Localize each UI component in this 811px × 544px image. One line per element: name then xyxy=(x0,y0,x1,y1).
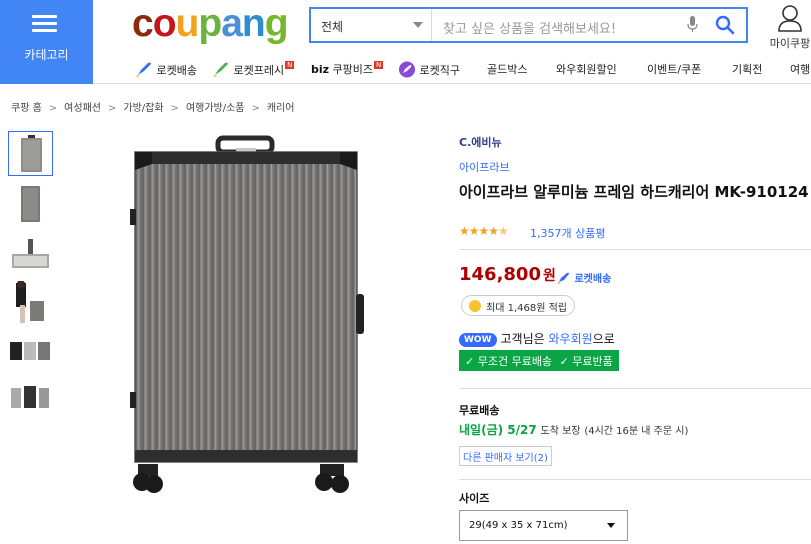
logo-letter: n xyxy=(241,2,266,45)
rocket-delivery-badge: 로켓배송 xyxy=(557,270,611,285)
nav-item-exhibition[interactable]: 기획전 xyxy=(732,61,762,77)
store-link[interactable]: 아이프라브 xyxy=(459,159,510,175)
mypage-label: 마이쿠팡 xyxy=(769,37,811,50)
logo-letter: p xyxy=(198,2,222,45)
breadcrumb-item[interactable]: 여성패션 xyxy=(64,103,101,114)
mypage-button[interactable]: 마이쿠팡 xyxy=(764,4,811,51)
nav-item-label: 로켓배송 xyxy=(156,64,197,77)
divider xyxy=(459,249,811,250)
nav-item-rocket-global[interactable]: 로켓직구 xyxy=(398,61,460,78)
size-select[interactable]: 29(49 x 35 x 71cm) xyxy=(459,510,628,541)
suitcase-thumb-image xyxy=(12,239,49,268)
product-title: 아이프라브 알루미늄 프레임 하드캐리어 MK-910124 xyxy=(459,183,809,201)
check-icon: ✓ xyxy=(559,355,569,368)
shipping-arrive: 도착 보장 xyxy=(540,426,581,437)
shipping-info: 내일(금) 5/27 도착 보장 (4시간 16분 내 주문 시) xyxy=(459,421,688,438)
search-category-value: 전체 xyxy=(321,20,344,34)
size-label: 사이즈 xyxy=(459,492,490,505)
search-input[interactable]: 찾고 싶은 상품을 검색해보세요! xyxy=(443,18,616,37)
nav-item-rocket-delivery[interactable]: 로켓배송 xyxy=(135,61,197,78)
brand-name[interactable]: C.에비뉴 xyxy=(459,134,502,150)
header: 카테고리 coupang 전체 찾고 싶은 상품을 검색해보세요! 마이쿠팡 로 xyxy=(0,0,811,84)
search-icon[interactable] xyxy=(715,15,735,35)
price: 146,800 원 xyxy=(459,264,556,285)
rocket-icon xyxy=(557,272,569,284)
search-category-select[interactable]: 전체 xyxy=(311,9,432,41)
coin-icon xyxy=(469,300,481,312)
product-main-image xyxy=(130,135,364,493)
price-currency: 원 xyxy=(542,268,556,284)
review-count: 1,357개 상품평 xyxy=(530,227,606,240)
check-icon: ✓ xyxy=(465,355,475,368)
rocket-global-icon xyxy=(399,61,415,78)
suitcase-thumb-image xyxy=(21,135,42,172)
logo-letter: c xyxy=(132,2,154,45)
rocket-fresh-icon xyxy=(213,62,228,77)
cashback-badge: 최대 1,468원 적립 xyxy=(461,295,575,316)
nav-item-coupang-biz[interactable]: biz 쿠팡비즈 N xyxy=(311,61,384,77)
thumbnail-open[interactable] xyxy=(8,234,53,279)
nav-item-wow-discount[interactable]: 와우회원할인 xyxy=(556,61,617,77)
new-badge: N xyxy=(285,61,295,69)
thumbnail-angle[interactable] xyxy=(8,182,53,227)
star-rating-icon: ★★★★★ xyxy=(459,224,509,238)
breadcrumb-item[interactable]: 쿠팡 홈 xyxy=(11,103,42,114)
size-selected-value: 29(49 x 35 x 71cm) xyxy=(469,520,568,531)
price-value: 146,800 xyxy=(459,264,541,285)
nav-item-goldbox[interactable]: 골드박스 xyxy=(487,61,527,77)
free-benefits-bar: ✓ 무조건 무료배송 ✓ 무료반품 xyxy=(459,350,619,371)
coupang-logo[interactable]: coupang xyxy=(132,2,289,46)
nav-item-label: 로켓직구 xyxy=(419,64,460,77)
suitcase-thumb-image xyxy=(11,386,49,408)
nav-item-label: 로켓프레시 xyxy=(233,64,285,77)
nav-item-label: 쿠팡비즈 xyxy=(332,63,374,76)
rocket-icon xyxy=(136,62,151,77)
new-badge: N xyxy=(374,61,384,69)
suitcase-thumb-image xyxy=(16,280,44,323)
breadcrumb-item[interactable]: 캐리어 xyxy=(267,103,295,114)
wow-member-link[interactable]: 와우회원 xyxy=(549,332,593,346)
logo-letter: u xyxy=(175,2,200,45)
thumbnail-front[interactable] xyxy=(8,131,53,176)
wow-member-line: WOW 고객님은 와우회원으로 xyxy=(459,330,615,347)
nav-item-rocket-fresh[interactable]: 로켓프레시 N xyxy=(212,61,295,78)
thumbnail-model[interactable] xyxy=(8,280,53,326)
free-return-label: 무료반품 xyxy=(572,355,613,368)
other-sellers-button[interactable]: 다른 판매자 보기(2) xyxy=(459,446,552,466)
search-bar: 전체 찾고 싶은 상품을 검색해보세요! xyxy=(309,7,748,43)
logo-letter: g xyxy=(264,2,289,45)
thumbnail-colors[interactable] xyxy=(8,330,53,375)
biz-logo: biz xyxy=(311,63,330,76)
hamburger-icon xyxy=(32,15,57,33)
wow-prefix: 고객님은 xyxy=(500,332,549,346)
divider xyxy=(459,388,811,389)
chevron-down-icon xyxy=(607,523,615,528)
shipping-label: 무료배송 xyxy=(459,404,500,417)
shipping-note: (4시간 16분 내 주문 시) xyxy=(584,426,689,437)
nav-item-events[interactable]: 이벤트/쿠폰 xyxy=(647,61,701,77)
breadcrumb: 쿠팡 홈 > 여성패션 > 가방/잡화 > 여행가방/소품 > 캐리어 xyxy=(11,103,295,114)
logo-letter: a xyxy=(221,2,243,45)
logo-letter: o xyxy=(152,2,177,45)
suitcase-thumb-image xyxy=(10,342,50,360)
divider xyxy=(459,479,811,480)
shipping-date: 내일(금) 5/27 xyxy=(459,423,537,437)
rocket-delivery-label: 로켓배송 xyxy=(574,274,612,285)
cashback-text: 최대 1,468원 적립 xyxy=(486,303,567,314)
thumbnail-lineup[interactable] xyxy=(8,376,53,421)
category-menu-button[interactable]: 카테고리 xyxy=(0,0,93,84)
wow-badge: WOW xyxy=(459,333,497,347)
breadcrumb-item[interactable]: 가방/잡화 xyxy=(123,103,163,114)
chevron-down-icon xyxy=(413,22,423,28)
wow-suffix: 으로 xyxy=(592,332,615,346)
breadcrumb-item[interactable]: 여행가방/소품 xyxy=(186,103,245,114)
microphone-icon[interactable] xyxy=(687,16,698,33)
category-label: 카테고리 xyxy=(24,48,69,62)
user-icon xyxy=(778,5,802,32)
free-shipping-label: 무조건 무료배송 xyxy=(477,355,553,368)
nav-item-travel[interactable]: 여행 xyxy=(790,61,810,77)
suitcase-thumb-image xyxy=(21,186,40,222)
